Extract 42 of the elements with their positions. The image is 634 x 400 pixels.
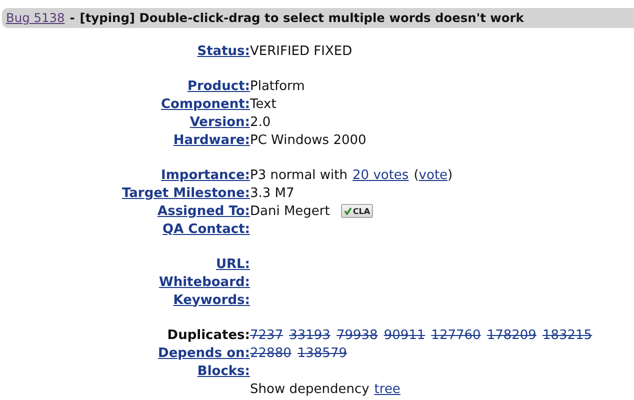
- field-label[interactable]: Target Milestone:: [122, 186, 250, 200]
- field-value: Dani Megert: [250, 204, 330, 218]
- bug-link[interactable]: 7237: [250, 328, 284, 342]
- field-value: Text: [250, 96, 276, 112]
- bug-link[interactable]: 183215: [542, 328, 592, 342]
- value-link[interactable]: 20 votes: [352, 168, 409, 182]
- bug-summary: [typing] Double-click-drag to select multiple words doesn't work: [80, 11, 524, 25]
- field-label[interactable]: Status:: [197, 44, 250, 58]
- bug-link[interactable]: 22880: [250, 346, 292, 360]
- field-label[interactable]: QA Contact:: [162, 222, 250, 236]
- parenthesis: ): [448, 168, 453, 182]
- cla-badge: CLA: [340, 204, 374, 218]
- field-value: 2.0: [250, 114, 271, 130]
- bug-number-link[interactable]: Bug 5138: [6, 11, 65, 25]
- tree-link[interactable]: tree: [374, 382, 400, 396]
- field-label[interactable]: Hardware:: [173, 132, 250, 148]
- field-label[interactable]: Whiteboard:: [158, 274, 250, 290]
- field-label[interactable]: Keywords:: [173, 292, 250, 308]
- value-link[interactable]: vote: [418, 168, 448, 182]
- bug-link[interactable]: 178209: [486, 328, 536, 342]
- field-value: PC Windows 2000: [250, 132, 366, 148]
- bug-link[interactable]: 79938: [336, 328, 378, 342]
- field-label[interactable]: Assigned To:: [158, 204, 250, 218]
- field-label[interactable]: Importance:: [161, 168, 250, 182]
- field-label[interactable]: Blocks:: [197, 364, 250, 378]
- field-label[interactable]: Depends on:: [158, 346, 250, 360]
- field-label[interactable]: Component:: [161, 96, 250, 112]
- bug-link[interactable]: 33193: [289, 328, 330, 342]
- field-label[interactable]: Product:: [187, 78, 250, 94]
- parenthesis: (: [414, 168, 419, 182]
- title-separator: -: [70, 11, 75, 25]
- field-value: P3 normal with: [250, 168, 348, 182]
- bug-link[interactable]: 90911: [384, 328, 426, 342]
- field-value: VERIFIED FIXED: [250, 44, 352, 58]
- field-value: Platform: [250, 78, 305, 94]
- field-value: 3.3 M7: [250, 186, 294, 200]
- field-label[interactable]: URL:: [216, 256, 250, 272]
- bug-link[interactable]: 127760: [431, 328, 481, 342]
- bug-link[interactable]: 138579: [297, 346, 347, 360]
- field-label[interactable]: Version:: [190, 114, 250, 130]
- dependency-text: Show dependency: [250, 382, 370, 396]
- field-label: Duplicates:: [167, 328, 250, 342]
